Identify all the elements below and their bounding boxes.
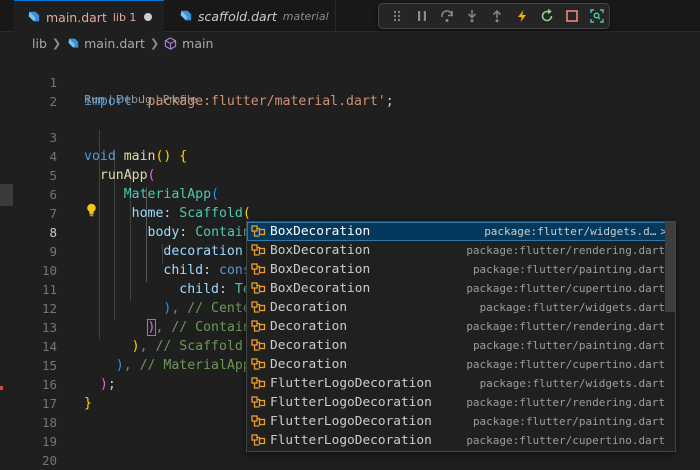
hot-reload-icon[interactable] (509, 4, 534, 28)
code-line: 2 (0, 73, 700, 109)
chevron-right-icon: ❯ (149, 36, 160, 50)
tab-title: scaffold.dart (198, 8, 277, 24)
lightbulb-icon[interactable] (86, 203, 97, 217)
pause-icon[interactable] (410, 4, 435, 28)
tab-description: material (282, 9, 329, 23)
unsaved-indicator-icon[interactable] (144, 13, 153, 21)
tab-title: main.dart (46, 9, 107, 25)
class-icon (251, 281, 266, 294)
breadcrumb-file[interactable]: main.dart (84, 36, 145, 51)
suggestion-detail: package:flutter/widgets.d… (484, 225, 657, 238)
suggestion-label: Decoration (270, 319, 348, 334)
code-line: 4 runApp( (0, 128, 700, 183)
step-over-icon[interactable] (435, 4, 460, 28)
tab-main-dart[interactable]: main.dart lib 1 (14, 0, 164, 33)
class-icon (251, 414, 266, 427)
code-line: 6 home: Scaffold( (0, 166, 700, 221)
breadcrumb-folder[interactable]: lib (32, 36, 47, 51)
suggestion-item[interactable]: BoxDecoration package:flutter/rendering.d… (247, 241, 675, 260)
suggestion-detail: package:flutter/rendering.dart (466, 244, 665, 257)
code-line: 21 (0, 451, 700, 470)
suggestion-label: BoxDecoration (270, 243, 371, 258)
suggestion-label: BoxDecoration (270, 281, 371, 296)
suggestion-item[interactable]: FlutterLogoDecoration package:flutter/ren… (247, 393, 675, 412)
suggestion-detail: package:flutter/cupertino.dart (466, 358, 665, 371)
suggestion-label: FlutterLogoDecoration (270, 414, 432, 429)
autocomplete-suggestion-list[interactable]: BoxDecoration package:flutter/widgets.d… >… (246, 221, 676, 452)
suggestion-item[interactable]: BoxDecoration package:flutter/widgets.d… > (247, 222, 675, 241)
suggestion-detail: package:flutter/cupertino.dart (466, 282, 665, 295)
class-icon (251, 357, 266, 370)
breadcrumb-symbol[interactable]: main (182, 36, 213, 51)
suggestion-label: Decoration (270, 338, 348, 353)
suggestion-item[interactable]: Decoration package:flutter/widgets.dart (247, 298, 675, 317)
class-icon (251, 224, 266, 237)
drag-handle-icon[interactable] (385, 4, 410, 28)
class-icon (251, 395, 266, 408)
debug-toolbar (378, 3, 610, 29)
suggestion-item[interactable]: FlutterLogoDecoration package:flutter/wid… (247, 374, 675, 393)
suggestion-detail: package:flutter/cupertino.dart (466, 434, 665, 447)
suggestion-item[interactable]: Decoration package:flutter/painting.dart (247, 336, 675, 355)
suggestion-item[interactable]: Decoration package:flutter/cupertino.dart (247, 355, 675, 374)
suggestion-detail: package:flutter/painting.dart (472, 339, 665, 352)
problem-badge: lib 1 (112, 10, 137, 24)
suggestion-label: BoxDecoration (270, 262, 371, 277)
suggestion-detail: package:flutter/painting.dart (472, 415, 665, 428)
suggest-scrollbar-thumb[interactable] (665, 222, 675, 312)
suggestion-detail: package:flutter/rendering.dart (466, 320, 665, 333)
code-line: 3 void main() { (0, 109, 700, 164)
suggestion-label: FlutterLogoDecoration (270, 433, 432, 448)
class-icon (251, 319, 266, 332)
class-icon (251, 262, 266, 275)
tab-scaffold-dart[interactable]: scaffold.dart material (166, 0, 336, 32)
method-cube-icon (165, 36, 177, 50)
inspect-widget-icon[interactable] (584, 4, 609, 28)
class-icon (251, 243, 266, 256)
suggestion-detail: package:flutter/widgets.dart (479, 301, 665, 314)
step-out-icon[interactable] (485, 4, 510, 28)
class-icon (251, 433, 266, 446)
suggestion-item[interactable]: BoxDecoration package:flutter/cupertino.d… (247, 279, 675, 298)
code-line: 5 MaterialApp( (0, 147, 700, 202)
suggestion-label: BoxDecoration (270, 224, 371, 239)
suggestion-item[interactable]: FlutterLogoDecoration package:flutter/cup… (247, 431, 675, 450)
suggestion-item[interactable]: FlutterLogoDecoration package:flutter/pai… (247, 412, 675, 431)
suggestion-detail: package:flutter/widgets.dart (479, 377, 665, 390)
breadcrumb: lib ❯ main.dart ❯ main (0, 32, 700, 54)
suggestion-detail: package:flutter/painting.dart (472, 263, 665, 276)
class-icon (251, 376, 266, 389)
class-icon (251, 300, 266, 313)
dart-file-icon (68, 38, 79, 48)
restart-icon[interactable] (534, 4, 559, 28)
suggestion-item[interactable]: Decoration package:flutter/rendering.dart (247, 317, 675, 336)
suggestion-detail: package:flutter/rendering.dart (466, 396, 665, 409)
stop-icon[interactable] (559, 4, 584, 28)
code-line: 1 import 'package:flutter/material.dart'… (0, 54, 700, 109)
dart-file-icon (180, 10, 192, 21)
suggestion-label: Decoration (270, 300, 348, 315)
suggestion-item[interactable]: BoxDecoration package:flutter/painting.da… (247, 260, 675, 279)
code-line: 7 body: Container( (0, 185, 700, 241)
suggestion-label: FlutterLogoDecoration (270, 395, 432, 410)
class-icon (251, 338, 266, 351)
step-into-icon[interactable] (460, 4, 485, 28)
suggest-scrollbar[interactable] (665, 222, 675, 451)
suggestion-label: FlutterLogoDecoration (270, 376, 432, 391)
suggestion-label: Decoration (270, 357, 348, 372)
chevron-right-icon: ❯ (51, 36, 62, 50)
dart-file-icon (28, 11, 40, 22)
